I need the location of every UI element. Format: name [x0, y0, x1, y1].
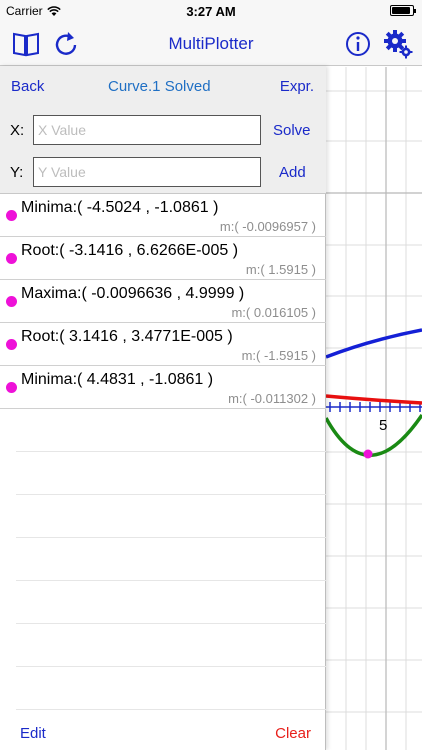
result-slope: m:( 0.016105 ): [231, 305, 316, 320]
status-time: 3:27 AM: [186, 4, 236, 19]
blue-curve: [325, 328, 422, 359]
panel-title: Curve.1 Solved: [108, 78, 211, 95]
point-marker-icon: [6, 339, 17, 350]
point-marker-icon: [6, 296, 17, 307]
panel-header: Back Curve.1 Solved Expr. X: Solve Y: Ad…: [0, 66, 326, 194]
result-row[interactable]: Minima:( -4.5024 , -1.0861 ) m:( -0.0096…: [0, 194, 326, 237]
point-marker-icon: [6, 253, 17, 264]
solve-button[interactable]: Solve: [273, 122, 311, 139]
axis-tick-label: 5: [379, 417, 387, 434]
nav-bar: MultiPlotter: [0, 22, 422, 66]
result-slope: m:( -0.0096957 ): [219, 219, 316, 234]
empty-row: [16, 581, 326, 624]
y-label: Y:: [10, 164, 24, 181]
empty-row: [16, 409, 326, 452]
y-value-input[interactable]: [33, 157, 261, 187]
minima-point[interactable]: [363, 449, 373, 459]
result-row[interactable]: Root:( 3.1416 , 3.4771E-005 ) m:( -1.591…: [0, 323, 326, 366]
red-curve: [325, 394, 422, 405]
result-point: Minima:( 4.4831 , -1.0861 ): [21, 371, 214, 388]
expr-button[interactable]: Expr.: [280, 78, 314, 95]
result-list: Minima:( -4.5024 , -1.0861 ) m:( -0.0096…: [0, 194, 326, 710]
empty-row: [16, 495, 326, 538]
gear-icon[interactable]: [382, 28, 414, 60]
point-marker-icon: [6, 210, 17, 221]
result-point: Minima:( -4.5024 , -1.0861 ): [21, 199, 219, 216]
solver-panel: Back Curve.1 Solved Expr. X: Solve Y: Ad…: [0, 66, 326, 750]
result-row[interactable]: Minima:( 4.4831 , -1.0861 ) m:( -0.01130…: [0, 366, 326, 409]
battery-level: [392, 7, 410, 14]
result-row[interactable]: Root:( -3.1416 , 6.6266E-005 ) m:( 1.591…: [0, 237, 326, 280]
result-point: Root:( 3.1416 , 3.4771E-005 ): [21, 328, 233, 345]
battery-icon: [390, 5, 416, 16]
x-value-input[interactable]: [33, 115, 261, 145]
clear-button[interactable]: Clear: [275, 725, 311, 742]
point-marker-icon: [6, 382, 17, 393]
x-label: X:: [10, 122, 25, 139]
empty-row: [16, 624, 326, 667]
empty-row: [16, 667, 326, 710]
green-curve: [324, 414, 422, 457]
result-slope: m:( 1.5915 ): [245, 262, 316, 277]
back-button[interactable]: Back: [11, 78, 44, 95]
result-slope: m:( -1.5915 ): [241, 348, 316, 363]
result-row[interactable]: Maxima:( -0.0096636 , 4.9999 ) m:( 0.016…: [0, 280, 326, 323]
empty-row: [16, 452, 326, 495]
empty-row: [16, 538, 326, 581]
result-point: Maxima:( -0.0096636 , 4.9999 ): [21, 285, 245, 302]
status-bar: Carrier 3:27 AM: [0, 0, 422, 22]
result-slope: m:( -0.011302 ): [228, 391, 316, 406]
add-button[interactable]: Add: [279, 164, 306, 181]
edit-button[interactable]: Edit: [20, 725, 46, 742]
info-icon[interactable]: [342, 28, 374, 60]
result-point: Root:( -3.1416 , 6.6266E-005 ): [21, 242, 239, 259]
